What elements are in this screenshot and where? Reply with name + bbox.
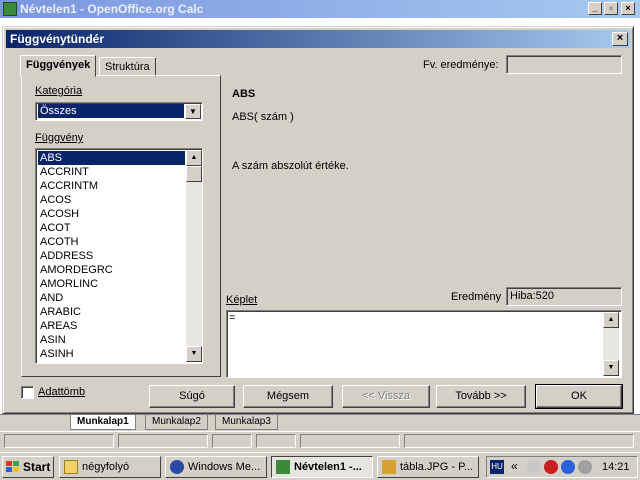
taskbar-item-label: Névtelen1 -... (294, 461, 362, 473)
list-item[interactable]: ACOT (38, 221, 185, 235)
app-title: Névtelen1 - OpenOffice.org Calc (20, 2, 204, 16)
list-item[interactable]: ABS (38, 151, 185, 165)
app-close-icon[interactable]: × (621, 2, 635, 15)
function-wizard-dialog: Függvénytündér × Függvények Struktúra Fv… (2, 26, 634, 414)
taskbar-item-paint[interactable]: tábla.JPG - P... (377, 456, 479, 478)
formula-value: = (229, 312, 236, 324)
system-tray: HU « 14:21 (486, 456, 638, 478)
formula-label: Képlet (226, 294, 258, 306)
back-button[interactable]: << Vissza (342, 385, 430, 408)
array-label: Adattömb (38, 386, 86, 398)
category-select[interactable]: Összes ▼ (35, 102, 203, 121)
chevron-down-icon[interactable]: ▼ (185, 104, 201, 119)
function-name: ABS (232, 88, 256, 100)
ok-button[interactable]: OK (535, 384, 623, 409)
list-item[interactable]: AMORLINC (38, 277, 185, 291)
minimize-icon[interactable]: _ (588, 2, 602, 15)
category-label: Kategória (35, 85, 83, 97)
scroll-up-icon[interactable]: ▲ (603, 312, 619, 328)
taskbar-item-label: Windows Me... (188, 461, 261, 473)
list-item[interactable]: ACCRINTM (38, 179, 185, 193)
taskbar-item-calc[interactable]: Névtelen1 -... (271, 456, 373, 478)
taskbar-item-folder[interactable]: négyfolyó (59, 456, 161, 478)
start-button[interactable]: Start (2, 456, 54, 478)
calc-icon (276, 460, 290, 474)
tab-structure[interactable]: Struktúra (99, 57, 156, 77)
list-item[interactable]: ADDRESS (38, 249, 185, 263)
function-list-scrollbar[interactable]: ▲ ▼ (186, 150, 202, 362)
tab-functions[interactable]: Függvények (20, 55, 97, 77)
restore-icon[interactable]: ▫ (604, 2, 618, 15)
eredmeny-field: Hiba:520 (506, 287, 622, 306)
update-icon[interactable] (561, 460, 575, 474)
sheet-tab-3[interactable]: Munkalap3 (215, 415, 278, 430)
scroll-down-icon[interactable]: ▼ (186, 346, 202, 362)
scroll-down-icon[interactable]: ▼ (603, 360, 619, 376)
security-shield-icon[interactable] (544, 460, 558, 474)
taskbar: Start négyfolyó Windows Me... Névtelen1 … (0, 452, 640, 480)
function-list[interactable]: ABS ACCRINT ACCRINTM ACOS ACOSH ACOT ACO… (35, 148, 203, 364)
network-icon[interactable] (527, 460, 541, 474)
close-icon[interactable]: × (612, 32, 628, 46)
chevron-left-icon[interactable]: « (511, 459, 518, 473)
taskbar-item-media-player[interactable]: Windows Me... (165, 456, 267, 478)
taskbar-item-label: tábla.JPG - P... (400, 461, 474, 473)
dialog-titlebar: Függvénytündér × (6, 30, 630, 48)
scroll-up-icon[interactable]: ▲ (186, 150, 202, 166)
cancel-button[interactable]: Mégsem (243, 385, 333, 408)
start-label: Start (23, 460, 51, 474)
eredmeny-value: Hiba:520 (510, 290, 555, 302)
scroll-thumb[interactable] (186, 166, 202, 182)
clock: 14:21 (602, 461, 630, 473)
list-item[interactable]: ACOSH (38, 207, 185, 221)
list-item[interactable]: AMORDEGRC (38, 263, 185, 277)
list-item[interactable]: ASINH (38, 347, 185, 361)
status-bar (0, 431, 640, 449)
app-titlebar: Névtelen1 - OpenOffice.org Calc _ ▫ × (0, 0, 640, 18)
eredmeny-label: Eredmény (451, 291, 502, 303)
function-result-field (506, 55, 622, 74)
formula-scrollbar[interactable]: ▲ ▼ (603, 312, 619, 376)
function-syntax: ABS( szám ) (232, 111, 294, 123)
taskbar-item-label: négyfolyó (82, 461, 130, 473)
array-checkbox[interactable] (21, 386, 34, 399)
formula-editor[interactable]: = ▲ ▼ (226, 310, 622, 378)
help-button[interactable]: Súgó (149, 385, 235, 408)
sheet-tab-bar: Munkalap1 Munkalap2 Munkalap3 (0, 414, 640, 430)
category-value: Összes (38, 104, 184, 118)
language-indicator[interactable]: HU (490, 460, 504, 474)
next-button[interactable]: Tovább >> (436, 385, 526, 408)
list-item[interactable]: ASIN (38, 333, 185, 347)
list-item[interactable]: AREAS (38, 319, 185, 333)
calc-app-icon (3, 2, 17, 16)
list-item[interactable]: ARABIC (38, 305, 185, 319)
function-result-label: Fv. eredménye: (423, 59, 499, 71)
dialog-title: Függvénytündér (10, 32, 105, 46)
function-list-label: Függvény (35, 132, 84, 144)
list-item[interactable]: AND (38, 291, 185, 305)
media-player-icon (170, 460, 184, 474)
windows-logo-icon (6, 461, 20, 473)
volume-icon[interactable] (578, 460, 592, 474)
folder-icon (64, 460, 78, 474)
list-item[interactable]: ACCRINT (38, 165, 185, 179)
paint-icon (382, 460, 396, 474)
list-item[interactable]: ACOTH (38, 235, 185, 249)
function-description: A szám abszolút értéke. (232, 160, 349, 172)
list-item[interactable]: ACOS (38, 193, 185, 207)
sheet-tab-2[interactable]: Munkalap2 (145, 415, 208, 430)
sheet-tab-1[interactable]: Munkalap1 (70, 415, 136, 430)
